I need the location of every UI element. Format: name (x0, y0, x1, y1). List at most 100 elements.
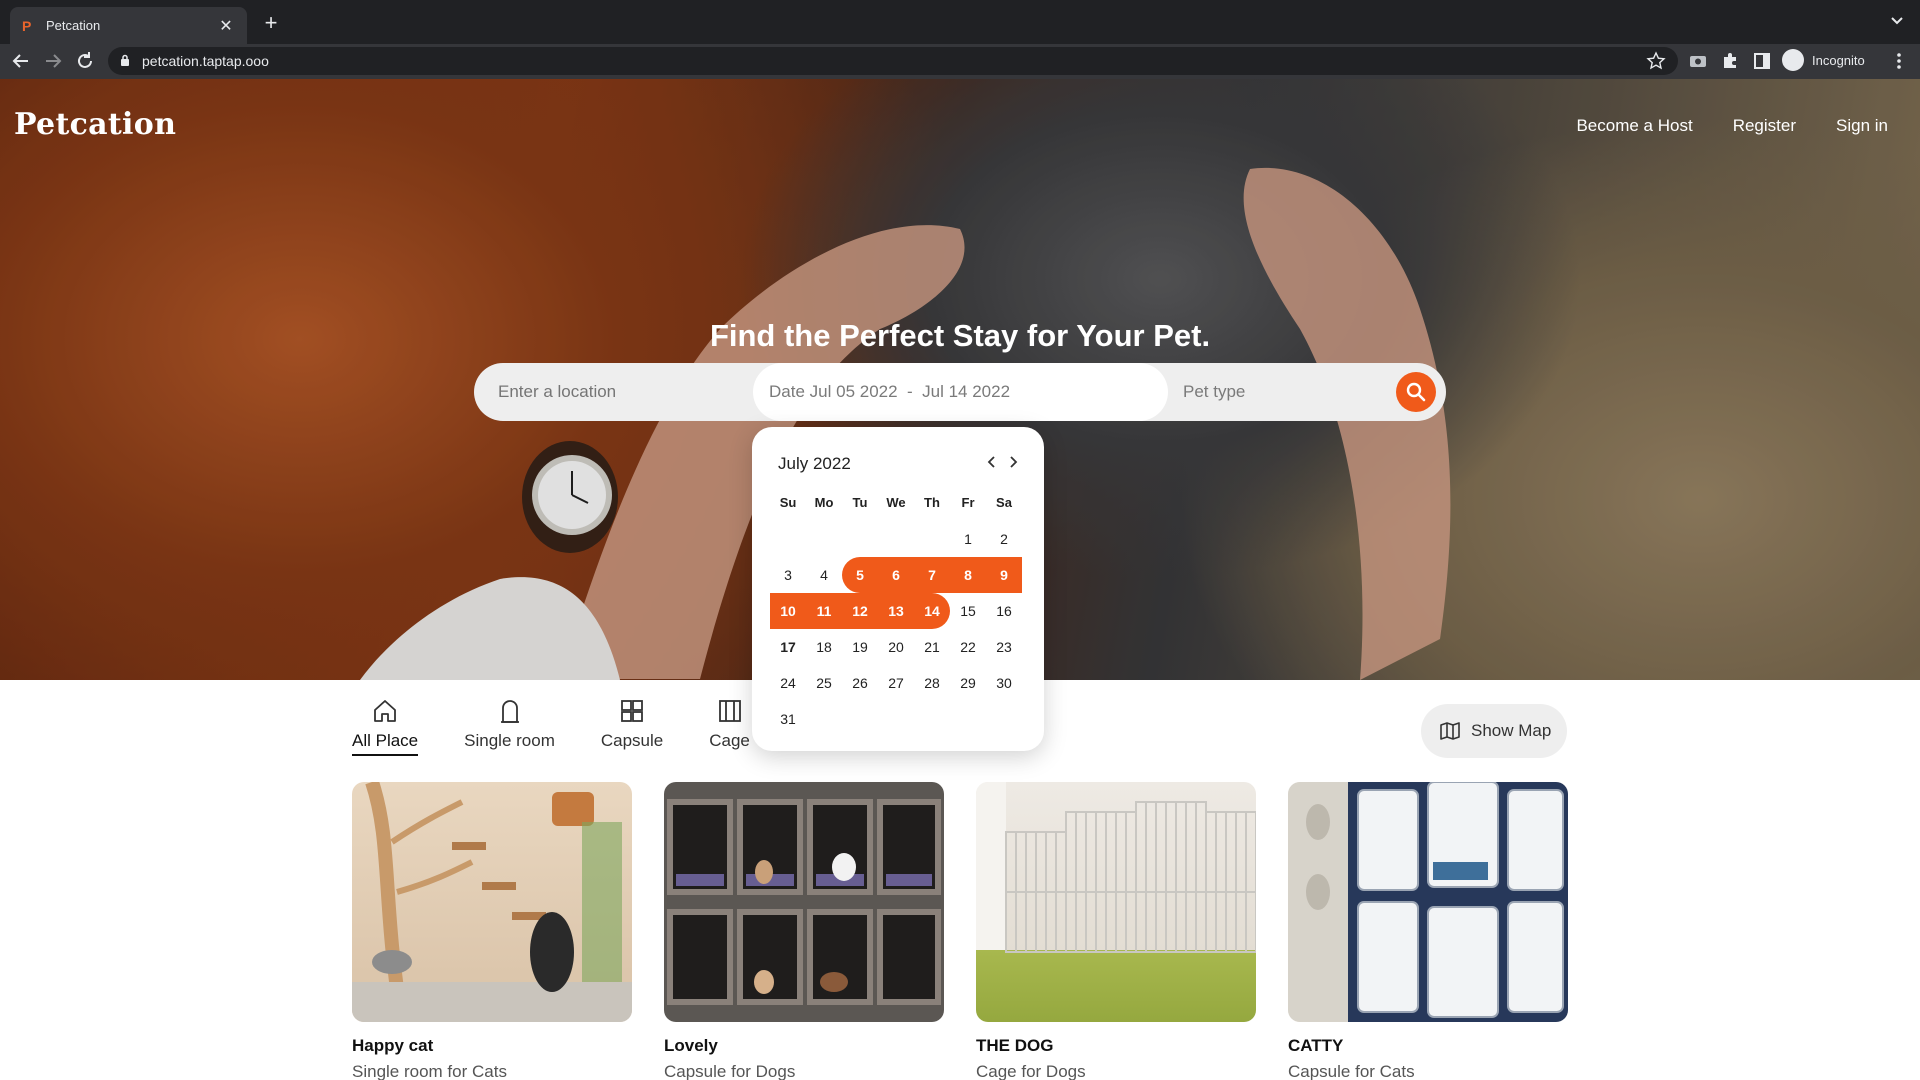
calendar-day-selected[interactable]: 11 (806, 593, 842, 629)
listing-cards: Happy cat Single room for Cats Lovely Ca… (352, 782, 1568, 1080)
close-tab-icon[interactable]: ✕ (217, 16, 235, 36)
listing-photo-lovely[interactable] (664, 782, 944, 1022)
side-panel-icon[interactable] (1752, 51, 1772, 71)
listing-card[interactable]: THE DOG Cage for Dogs (976, 782, 1256, 1080)
calendar-grid: Su Mo Tu We Th Fr Sa 1 2 3 4 5 6 7 8 9 10 11 12 13 14 15 16 17… (770, 485, 1022, 737)
date-start: Jul 05 2022 (809, 382, 898, 401)
back-arrow-icon[interactable] (10, 50, 32, 72)
calendar-empty-cell (914, 521, 950, 557)
calendar-day[interactable]: 21 (914, 629, 950, 665)
listing-subtitle: Capsule for Cats (1288, 1062, 1415, 1080)
calendar-weekday-row: Su Mo Tu We Th Fr Sa (770, 485, 1022, 521)
listing-card[interactable]: Happy cat Single room for Cats (352, 782, 632, 1080)
calendar-day[interactable]: 25 (806, 665, 842, 701)
calendar-week-row: 24 25 26 27 28 29 30 (770, 665, 1022, 701)
calendar-day[interactable]: 16 (986, 593, 1022, 629)
reload-icon[interactable] (74, 50, 96, 72)
camera-icon[interactable] (1688, 51, 1708, 71)
calendar-day[interactable]: 24 (770, 665, 806, 701)
search-icon (1406, 382, 1426, 402)
weekday-header: Tu (852, 495, 868, 510)
category-tab-all-place[interactable]: All Place (352, 697, 419, 756)
previous-month-chevron-icon[interactable] (985, 454, 999, 470)
calendar-day[interactable]: 30 (986, 665, 1022, 701)
listing-photo-the-dog[interactable] (976, 782, 1256, 1022)
browser-tab[interactable]: P Petcation ✕ (10, 7, 247, 44)
calendar-day-selected[interactable]: 12 (842, 593, 878, 629)
calendar-day[interactable]: 3 (770, 557, 806, 593)
incognito-avatar-icon[interactable] (1782, 49, 1804, 71)
calendar-day[interactable]: 29 (950, 665, 986, 701)
site-logo[interactable]: Petcation (14, 107, 176, 142)
calendar-empty-cell (878, 521, 914, 557)
listing-photo-happy-cat[interactable] (352, 782, 632, 1022)
dog-cages-illustration (976, 782, 1256, 953)
tab-search-chevron-icon[interactable] (1890, 14, 1904, 28)
listing-card[interactable]: CATTY Capsule for Cats (1288, 782, 1568, 1080)
tab-title: Petcation (46, 18, 101, 33)
register-link[interactable]: Register (1733, 116, 1796, 136)
listing-title[interactable]: Happy cat (352, 1036, 632, 1056)
date-range-field[interactable]: Date Jul 05 2022 - Jul 14 2022 (753, 363, 1168, 421)
listing-subtitle: Cage for Dogs (976, 1062, 1086, 1080)
category-tab-cage[interactable]: Cage (709, 697, 750, 756)
hero-headline: Find the Perfect Stay for Your Pet. (709, 318, 1211, 353)
category-tab-single-room[interactable]: Single room (464, 697, 555, 756)
category-label: Capsule (600, 731, 664, 750)
listing-photo-catty[interactable] (1288, 782, 1568, 1022)
pet-type-field[interactable]: Pet type (1183, 363, 1245, 421)
calendar-day[interactable]: 2 (986, 521, 1022, 557)
date-end: Jul 14 2022 (922, 382, 1011, 401)
calendar-day[interactable]: 15 (950, 593, 986, 629)
listing-title[interactable]: CATTY (1288, 1036, 1568, 1056)
bookmark-star-icon[interactable] (1646, 51, 1666, 71)
show-map-button[interactable]: Show Map (1421, 704, 1567, 758)
category-label: All Place (352, 731, 419, 756)
listing-title[interactable]: Lovely (664, 1036, 944, 1056)
calendar-day[interactable]: 23 (986, 629, 1022, 665)
forward-arrow-icon[interactable] (42, 50, 64, 72)
become-host-link[interactable]: Become a Host (1576, 116, 1692, 136)
calendar-day-selected[interactable]: 5 (842, 557, 878, 593)
calendar-day[interactable]: 26 (842, 665, 878, 701)
search-button[interactable] (1396, 372, 1436, 412)
calendar-day-selected[interactable]: 14 (914, 593, 950, 629)
sign-in-link[interactable]: Sign in (1836, 116, 1888, 136)
address-bar[interactable]: petcation.taptap.ooo (108, 47, 1678, 75)
listing-subtitle: Single room for Cats (352, 1062, 507, 1080)
calendar-day-selected[interactable]: 10 (770, 593, 806, 629)
incognito-label[interactable]: Incognito (1812, 53, 1865, 68)
calendar-day[interactable]: 19 (842, 629, 878, 665)
listing-card[interactable]: Lovely Capsule for Dogs (664, 782, 944, 1080)
calendar-day[interactable]: 22 (950, 629, 986, 665)
weekday-header: Fr (961, 495, 975, 510)
calendar-empty-cell (842, 521, 878, 557)
calendar-day-selected[interactable]: 9 (986, 557, 1022, 593)
browser-menu-icon[interactable] (1893, 51, 1905, 71)
extensions-puzzle-icon[interactable] (1720, 51, 1740, 71)
location-input[interactable] (498, 363, 748, 421)
calendar-day[interactable]: 4 (806, 557, 842, 593)
calendar-day[interactable]: 28 (914, 665, 950, 701)
calendar-day[interactable]: 1 (950, 521, 986, 557)
calendar-day-selected[interactable]: 8 (950, 557, 986, 593)
listing-title[interactable]: THE DOG (976, 1036, 1256, 1056)
calendar-day-selected[interactable]: 6 (878, 557, 914, 593)
new-tab-plus-icon[interactable]: + (260, 12, 282, 34)
calendar-day[interactable]: 31 (770, 701, 806, 737)
top-nav: Become a Host Register Sign in (1576, 116, 1888, 136)
calendar-day[interactable]: 27 (878, 665, 914, 701)
home-icon (374, 700, 396, 722)
next-month-chevron-icon[interactable] (1006, 454, 1020, 470)
petcation-favicon-icon: P (22, 17, 32, 34)
calendar-day-selected[interactable]: 13 (878, 593, 914, 629)
calendar-day[interactable]: 20 (878, 629, 914, 665)
calendar-day[interactable]: 17 (770, 629, 806, 665)
calendar-week-row: 31 (770, 701, 1022, 737)
map-icon (1440, 722, 1460, 740)
calendar-week-row: 17 18 19 20 21 22 23 (770, 629, 1022, 665)
category-tab-capsule[interactable]: Capsule (601, 697, 663, 756)
calendar-day[interactable]: 18 (806, 629, 842, 665)
calendar-month-label: July 2022 (778, 454, 851, 473)
calendar-day-selected[interactable]: 7 (914, 557, 950, 593)
